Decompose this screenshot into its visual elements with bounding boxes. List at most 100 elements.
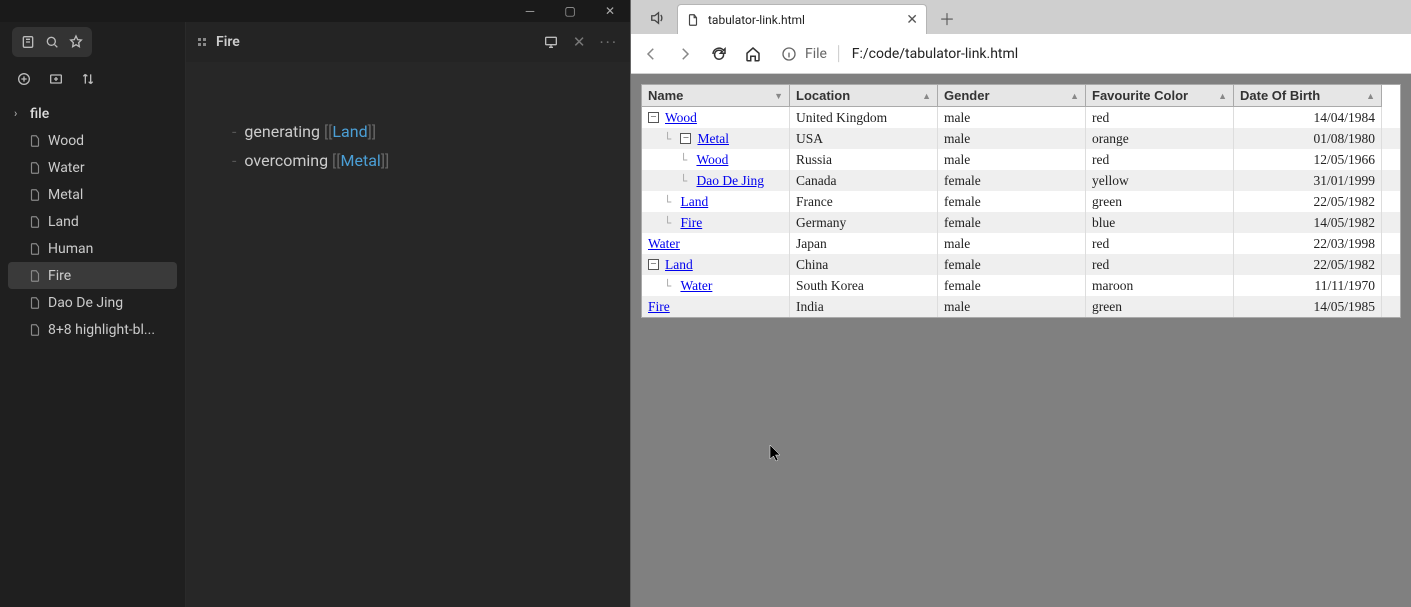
tree-toggle[interactable]: −: [648, 259, 659, 270]
cell-dob: 14/04/1984: [1234, 107, 1382, 128]
document-icon: [28, 188, 42, 202]
column-header-name[interactable]: Name▼: [642, 85, 790, 107]
column-header-favourite-color[interactable]: Favourite Color▲: [1086, 85, 1234, 107]
tree-toggle[interactable]: −: [680, 133, 691, 144]
cell-location: France: [790, 191, 938, 212]
row-link[interactable]: Wood: [696, 152, 728, 168]
new-folder-icon[interactable]: [48, 71, 64, 87]
database-icon[interactable]: [20, 34, 36, 50]
cell-location: Canada: [790, 170, 938, 191]
cell-name: Water: [642, 233, 790, 254]
url-text: F:/code/tabulator-link.html: [852, 46, 1018, 62]
sidebar-item-metal[interactable]: Metal: [0, 181, 185, 208]
cell-gender: male: [938, 296, 1086, 317]
cell-location: China: [790, 254, 938, 275]
cell-dob: 22/05/1982: [1234, 254, 1382, 275]
row-link[interactable]: Water: [680, 278, 712, 294]
browser-tab-strip: tabulator-link.html ✕ ＋: [631, 0, 1411, 34]
folder-row[interactable]: › file: [0, 100, 185, 127]
column-header-date-of-birth[interactable]: Date Of Birth▲: [1234, 85, 1382, 107]
sidebar-item-water[interactable]: Water: [0, 154, 185, 181]
cell-name: −Land: [642, 254, 790, 275]
row-link[interactable]: Fire: [648, 299, 670, 315]
cell-location: United Kingdom: [790, 107, 938, 128]
cell-location: Russia: [790, 149, 938, 170]
forward-button[interactable]: [675, 44, 695, 64]
cell-color: green: [1086, 296, 1234, 317]
audio-icon[interactable]: [643, 4, 671, 32]
cell-gender: male: [938, 149, 1086, 170]
sort-icon: ▲: [1070, 91, 1079, 101]
editor-body[interactable]: -generating [[Land]] -overcoming [[Metal]…: [186, 62, 630, 180]
site-info-icon[interactable]: [781, 46, 797, 62]
sidebar-item-fire[interactable]: Fire: [8, 262, 177, 289]
document-icon: [28, 242, 42, 256]
cell-dob: 22/03/1998: [1234, 233, 1382, 254]
monitor-icon[interactable]: [543, 34, 559, 50]
window-maximize-button[interactable]: ▢: [550, 0, 590, 22]
window-close-button[interactable]: ✕: [590, 0, 630, 22]
address-bar[interactable]: File │ F:/code/tabulator-link.html: [777, 45, 1401, 62]
cell-dob: 12/05/1966: [1234, 149, 1382, 170]
cell-dob: 31/01/1999: [1234, 170, 1382, 191]
cell-dob: 11/11/1970: [1234, 275, 1382, 296]
cell-gender: male: [938, 233, 1086, 254]
editor-pane: Fire ✕ ··· -generating [[Land]] -overcomi…: [186, 22, 630, 607]
search-icon[interactable]: [44, 34, 60, 50]
folder-label: file: [30, 106, 49, 122]
page-viewport[interactable]: Name▼Location▲Gender▲Favourite Color▲Dat…: [631, 74, 1411, 607]
row-link[interactable]: Land: [665, 257, 693, 273]
window-minimize-button[interactable]: ─: [510, 0, 550, 22]
chevron-right-icon: ›: [14, 107, 24, 120]
cell-location: India: [790, 296, 938, 317]
new-tab-button[interactable]: ＋: [933, 4, 961, 32]
page-link[interactable]: Land: [332, 122, 367, 141]
row-link[interactable]: Land: [680, 194, 708, 210]
data-table: Name▼Location▲Gender▲Favourite Color▲Dat…: [641, 84, 1401, 318]
page-link[interactable]: Metal: [341, 151, 381, 170]
cell-location: South Korea: [790, 275, 938, 296]
table-row: WaterJapanmalered22/03/1998: [642, 233, 1400, 254]
sidebar-item-label: Human: [48, 241, 93, 257]
row-link[interactable]: Metal: [697, 131, 729, 147]
row-link[interactable]: Water: [648, 236, 680, 252]
refresh-button[interactable]: [709, 44, 729, 64]
row-link[interactable]: Fire: [680, 215, 702, 231]
tab-close-icon[interactable]: ✕: [906, 12, 918, 28]
sort-icon[interactable]: [80, 71, 96, 87]
sidebar-item-wood[interactable]: Wood: [0, 127, 185, 154]
document-icon: [28, 296, 42, 310]
new-page-icon[interactable]: [16, 71, 32, 87]
sort-icon: ▲: [1218, 91, 1227, 101]
bullet-line[interactable]: -overcoming [[Metal]]: [232, 151, 600, 170]
tree-toggle[interactable]: −: [648, 112, 659, 123]
close-tab-icon[interactable]: ✕: [573, 33, 586, 51]
bullet-line[interactable]: -generating [[Land]]: [232, 122, 600, 141]
star-icon[interactable]: [68, 34, 84, 50]
sidebar-item-dao-de-jing[interactable]: Dao De Jing: [0, 289, 185, 316]
column-header-gender[interactable]: Gender▲: [938, 85, 1086, 107]
document-icon: [28, 323, 42, 337]
sidebar-item-land[interactable]: Land: [0, 208, 185, 235]
sort-icon: ▲: [922, 91, 931, 101]
cell-name: −Wood: [642, 107, 790, 128]
sidebar-item-8-8-highlight-bl-[interactable]: 8+8 highlight-bl...: [0, 316, 185, 343]
table-row: └ FireGermanyfemaleblue14/05/1982: [642, 212, 1400, 233]
browser-tab[interactable]: tabulator-link.html ✕: [677, 4, 927, 34]
home-button[interactable]: [743, 44, 763, 64]
editor-tab-title[interactable]: Fire: [216, 34, 240, 50]
document-icon: [28, 134, 42, 148]
cell-dob: 14/05/1985: [1234, 296, 1382, 317]
sidebar-item-human[interactable]: Human: [0, 235, 185, 262]
grid-icon[interactable]: [198, 38, 206, 46]
more-icon[interactable]: ···: [599, 33, 618, 52]
row-link[interactable]: Wood: [665, 110, 697, 126]
sidebar-item-label: Land: [48, 214, 79, 230]
column-header-location[interactable]: Location▲: [790, 85, 938, 107]
cell-name: └ −Metal: [642, 128, 790, 149]
cell-gender: male: [938, 128, 1086, 149]
row-link[interactable]: Dao De Jing: [696, 173, 764, 189]
back-button[interactable]: [641, 44, 661, 64]
browser-tab-title: tabulator-link.html: [708, 13, 898, 27]
table-row: └ WaterSouth Koreafemalemaroon11/11/1970: [642, 275, 1400, 296]
